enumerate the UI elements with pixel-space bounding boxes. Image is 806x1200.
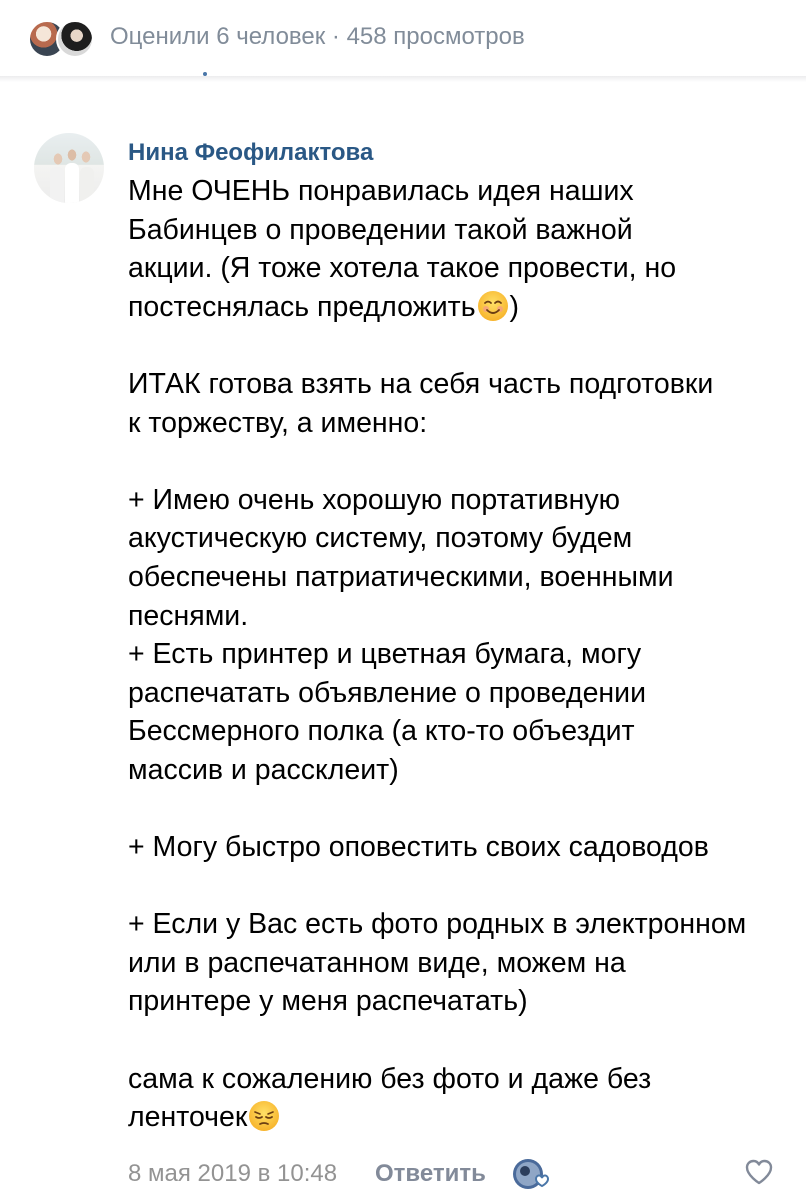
comment-line: массив и рассклеит): [128, 753, 399, 786]
comment-line-text: ленточек: [128, 1101, 248, 1134]
pensive-face-emoji: [249, 1101, 280, 1132]
reply-button[interactable]: Ответить: [375, 1159, 486, 1189]
comment-line: Бессмерного полка (а кто-то объездит: [128, 715, 635, 748]
comment-line: распечатать объявление о проведении: [128, 676, 647, 709]
comment-line: + Есть принтер и цветная бумага, могу: [128, 638, 642, 671]
comment-line: ИТАК готова взять на себя часть подготов…: [128, 367, 714, 400]
comment-line: + Если у Вас есть фото родных в электрон…: [128, 908, 747, 941]
comment-text: Мне ОЧЕНЬ понравилась идея наших Бабинце…: [128, 172, 778, 1137]
comment-line-text: ): [509, 290, 520, 323]
divider: [0, 76, 806, 82]
liked-by-heart-icon: [513, 1159, 550, 1189]
author-name[interactable]: Нина Феофилактова: [128, 138, 373, 168]
comment-line: акции. (Я тоже хотела такое провести, но: [128, 252, 677, 285]
author-avatar[interactable]: [34, 133, 104, 203]
comment-line: + Имею очень хорошую портативную: [128, 483, 621, 516]
comment-line: принтере у меня распечатать): [128, 985, 528, 1018]
comment-line: или в распечатанном виде, можем на: [128, 946, 626, 979]
comment-line: обеспечены патриатическими, военными: [128, 560, 674, 593]
comment-line: акустическую систему, поэтому будем: [128, 522, 633, 555]
comment-line: + Могу быстро оповестить своих садоводов: [128, 831, 709, 864]
comment-footer: 8 мая 2019 в 10:48 Ответить: [128, 1157, 778, 1191]
comment-line: песнями.: [128, 599, 249, 632]
comment-line: Мне ОЧЕНЬ понравилась идея наших: [128, 175, 634, 207]
likes-bar[interactable]: Оценили 6 человек · 458 просмотров: [0, 0, 806, 76]
smiling-face-emoji: [477, 290, 508, 321]
likers-avatars[interactable]: [28, 20, 94, 58]
indicator-dot: [203, 72, 207, 76]
liker-avatar: [56, 20, 94, 58]
liked-by-avatar[interactable]: [512, 1157, 552, 1191]
comment-line: Бабинцев о проведении такой важной: [128, 213, 633, 246]
comment-line-text: постеснялась предложить: [128, 290, 476, 323]
comment-line: к торжеству, а именно:: [128, 406, 428, 439]
like-button[interactable]: [744, 1157, 774, 1187]
comment-date[interactable]: 8 мая 2019 в 10:48: [128, 1159, 337, 1189]
comment-line: постеснялась предложить ): [128, 288, 778, 327]
comment-line: сама к сожалению без фото и даже без: [128, 1062, 652, 1095]
likes-views-summary[interactable]: Оценили 6 человек · 458 просмотров: [110, 22, 525, 52]
comment-line: ленточек: [128, 1098, 778, 1137]
heart-icon: [745, 1159, 773, 1185]
